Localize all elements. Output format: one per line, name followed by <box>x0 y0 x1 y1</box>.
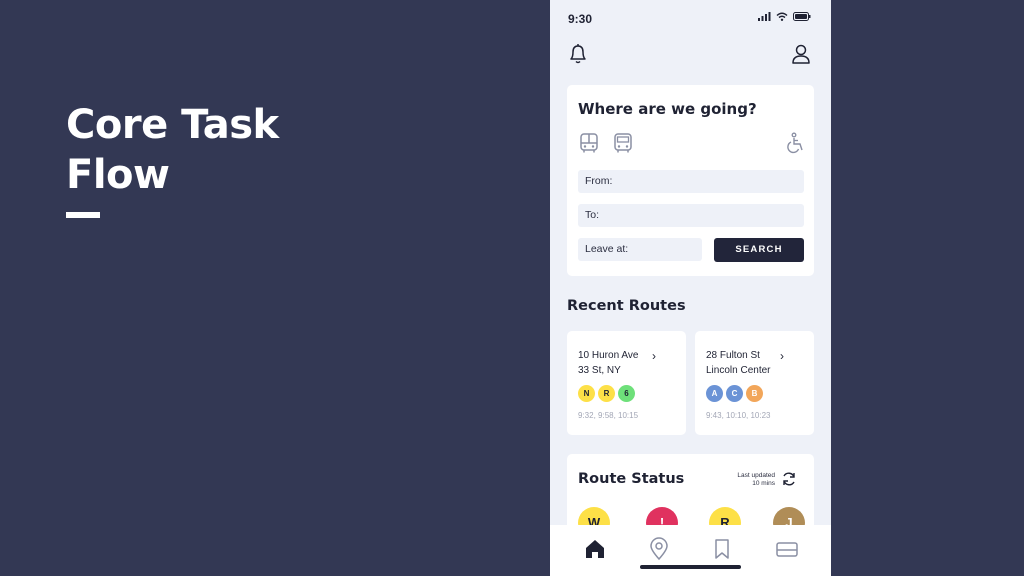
location-pin-icon[interactable] <box>647 537 671 561</box>
phone-screen: 9:30 Where are we going? From: To: Leave… <box>550 0 831 576</box>
signal-icon <box>758 12 771 21</box>
route-destination: 33 St, NY <box>578 365 621 376</box>
line-badge: R <box>598 385 615 402</box>
tram-icon[interactable] <box>612 132 634 154</box>
wheelchair-icon[interactable] <box>785 132 807 154</box>
refresh-icon[interactable] <box>781 471 797 487</box>
status-time: 9:30 <box>568 12 593 26</box>
slide-title: Core Task Flow <box>66 100 279 200</box>
battery-icon <box>793 12 811 21</box>
last-updated-label: Last updated <box>737 472 775 479</box>
line-badge: N <box>578 385 595 402</box>
wifi-icon <box>776 12 788 21</box>
line-badge: A <box>706 385 723 402</box>
line-badges: A C B <box>706 385 763 402</box>
route-origin: 10 Huron Ave <box>578 350 639 361</box>
bookmark-icon[interactable] <box>710 537 734 561</box>
search-button[interactable]: SEARCH <box>714 238 804 262</box>
route-destination: Lincoln Center <box>706 365 771 376</box>
leave-at-field[interactable]: Leave at: <box>578 238 702 261</box>
status-bar: 9:30 <box>550 0 831 36</box>
recent-routes-title: Recent Routes <box>567 298 686 314</box>
from-field[interactable]: From: <box>578 170 804 193</box>
search-card: Where are we going? From: To: Leave at: … <box>567 85 814 276</box>
to-field[interactable]: To: <box>578 204 804 227</box>
slide-title-line2: Flow <box>66 152 170 198</box>
slide-title-line1: Core Task <box>66 102 279 148</box>
status-icons <box>758 12 811 21</box>
home-icon[interactable] <box>583 537 607 561</box>
line-badge: B <box>746 385 763 402</box>
line-badge: 6 <box>618 385 635 402</box>
search-title: Where are we going? <box>578 100 757 118</box>
line-badges: N R 6 <box>578 385 635 402</box>
line-badge: C <box>726 385 743 402</box>
route-times: 9:32, 9:58, 10:15 <box>578 411 639 420</box>
route-times: 9:43, 10:10, 10:23 <box>706 411 771 420</box>
chevron-right-icon: › <box>652 349 656 363</box>
bell-icon[interactable] <box>566 42 590 66</box>
last-updated-value: 10 mins <box>752 480 775 487</box>
home-indicator <box>640 565 741 569</box>
route-origin: 28 Fulton St <box>706 350 760 361</box>
bus-icon[interactable] <box>578 132 600 154</box>
title-underline <box>66 212 100 218</box>
ticket-icon[interactable] <box>775 537 799 561</box>
profile-icon[interactable] <box>789 42 813 66</box>
last-updated: Last updated 10 mins <box>717 472 775 488</box>
route-card-2[interactable]: 28 Fulton St Lincoln Center › A C B 9:43… <box>695 331 814 435</box>
route-status-title: Route Status <box>578 471 685 487</box>
chevron-right-icon: › <box>780 349 784 363</box>
route-card-1[interactable]: 10 Huron Ave 33 St, NY › N R 6 9:32, 9:5… <box>567 331 686 435</box>
